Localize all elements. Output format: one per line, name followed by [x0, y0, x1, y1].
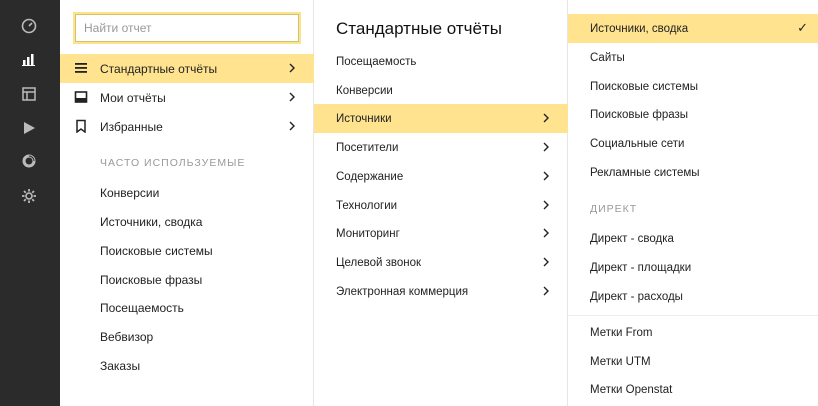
report-category-item[interactable]: Содержание [314, 162, 568, 191]
category-label: Электронная коммерция [336, 285, 469, 298]
report-category-item[interactable]: Целевой звонок [314, 248, 568, 277]
category-label: Технологии [336, 199, 398, 212]
frequent-item[interactable]: Источники, сводка [100, 215, 202, 229]
chevron-right-icon [543, 200, 549, 210]
main-menu-panel: Стандартные отчёты Мои отчёты Избранные … [60, 0, 314, 406]
report-item[interactable]: Социальные сети [568, 129, 818, 158]
menu-item-label: Стандартные отчёты [100, 61, 218, 76]
category-label: Источники [336, 112, 392, 125]
search-field[interactable] [75, 14, 299, 42]
report-category-item[interactable]: Электронная коммерция [314, 277, 568, 306]
search-input[interactable] [76, 15, 298, 41]
report-label: Директ - сводка [590, 232, 674, 245]
report-category-item[interactable]: Посещаемость [314, 47, 568, 76]
left-rail [0, 0, 60, 406]
report-item[interactable]: Рекламные системы [568, 158, 818, 187]
report-label: Рекламные системы [590, 166, 700, 179]
frequent-item[interactable]: Вебвизор [100, 330, 153, 344]
report-category-item[interactable]: Конверсии [314, 76, 568, 105]
chevron-right-icon [543, 142, 549, 152]
report-label: Метки Openstat [590, 383, 673, 396]
app-window: Стандартные отчёты Мои отчёты Избранные … [0, 0, 818, 406]
report-category-item[interactable]: Посетители [314, 133, 568, 162]
menu-item-label: Мои отчёты [100, 90, 166, 105]
frequent-item[interactable]: Поисковые фразы [100, 273, 202, 287]
settings-icon[interactable] [19, 186, 39, 206]
report-item[interactable]: Поисковые фразы [568, 100, 818, 129]
report-category-item[interactable]: Мониторинг [314, 219, 568, 248]
report-label: Источники, сводка [590, 22, 689, 35]
report-item[interactable]: Сайты [568, 43, 818, 72]
category-label: Посетители [336, 141, 399, 154]
report-label: Социальные сети [590, 137, 685, 150]
report-label: Директ - площадки [590, 261, 692, 274]
tray-icon [74, 91, 88, 103]
layout-icon[interactable] [19, 84, 39, 104]
chevron-right-icon [543, 286, 549, 296]
checkmark-icon: ✓ [797, 20, 808, 35]
report-item-sources-summary[interactable]: Источники, сводка ✓ [568, 14, 818, 43]
report-label: Метки From [590, 326, 653, 339]
frequent-item[interactable]: Заказы [100, 359, 140, 373]
section-divider [568, 315, 818, 316]
category-label: Целевой звонок [336, 256, 422, 269]
standard-reports-panel: Стандартные отчёты Посещаемость Конверси… [314, 0, 568, 406]
report-category-item[interactable]: Технологии [314, 191, 568, 220]
report-category-item-sources[interactable]: Источники [314, 104, 568, 133]
report-label: Директ - расходы [590, 290, 683, 303]
bookmark-icon [76, 119, 86, 133]
chevron-right-icon [289, 63, 295, 73]
reports-icon[interactable] [19, 49, 39, 69]
report-label: Поисковые фразы [590, 108, 689, 121]
segments-icon[interactable] [19, 151, 39, 171]
chevron-right-icon [543, 228, 549, 238]
report-item[interactable]: Метки Openstat [568, 375, 818, 404]
report-label: Метки UTM [590, 355, 651, 368]
report-item[interactable]: Метки From [568, 318, 818, 347]
menu-item-standard-reports[interactable]: Стандартные отчёты [60, 54, 314, 83]
chevron-right-icon [289, 92, 295, 102]
report-item[interactable]: Поисковые системы [568, 72, 818, 101]
chevron-right-icon [543, 257, 549, 267]
list-icon [75, 63, 87, 73]
dashboard-icon[interactable] [19, 16, 39, 36]
report-label: Поисковые системы [590, 80, 698, 93]
frequent-item[interactable]: Посещаемость [100, 301, 184, 315]
chevron-right-icon [543, 171, 549, 181]
play-icon[interactable] [19, 118, 39, 138]
report-item[interactable]: Директ - расходы [568, 282, 818, 311]
report-item[interactable]: Метки UTM [568, 347, 818, 376]
panel-title: Стандартные отчёты [336, 19, 502, 38]
direct-section-title: Директ [590, 203, 638, 215]
menu-item-favorites[interactable]: Избранные [60, 112, 314, 141]
frequent-item[interactable]: Поисковые системы [100, 244, 213, 258]
report-label: Сайты [590, 51, 625, 64]
category-label: Конверсии [336, 84, 393, 97]
menu-item-label: Избранные [100, 119, 163, 134]
category-label: Мониторинг [336, 227, 400, 240]
chevron-right-icon [543, 113, 549, 123]
frequent-section-title: Часто используемые [100, 157, 246, 169]
menu-item-my-reports[interactable]: Мои отчёты [60, 83, 314, 112]
report-item[interactable]: Директ - площадки [568, 253, 818, 282]
frequent-item[interactable]: Конверсии [100, 186, 159, 200]
chevron-right-icon [289, 121, 295, 131]
sources-reports-panel: Источники, сводка ✓ Сайты Поисковые сист… [568, 0, 818, 406]
category-label: Содержание [336, 170, 404, 183]
report-item[interactable]: Директ - сводка [568, 224, 818, 253]
category-label: Посещаемость [336, 55, 417, 68]
